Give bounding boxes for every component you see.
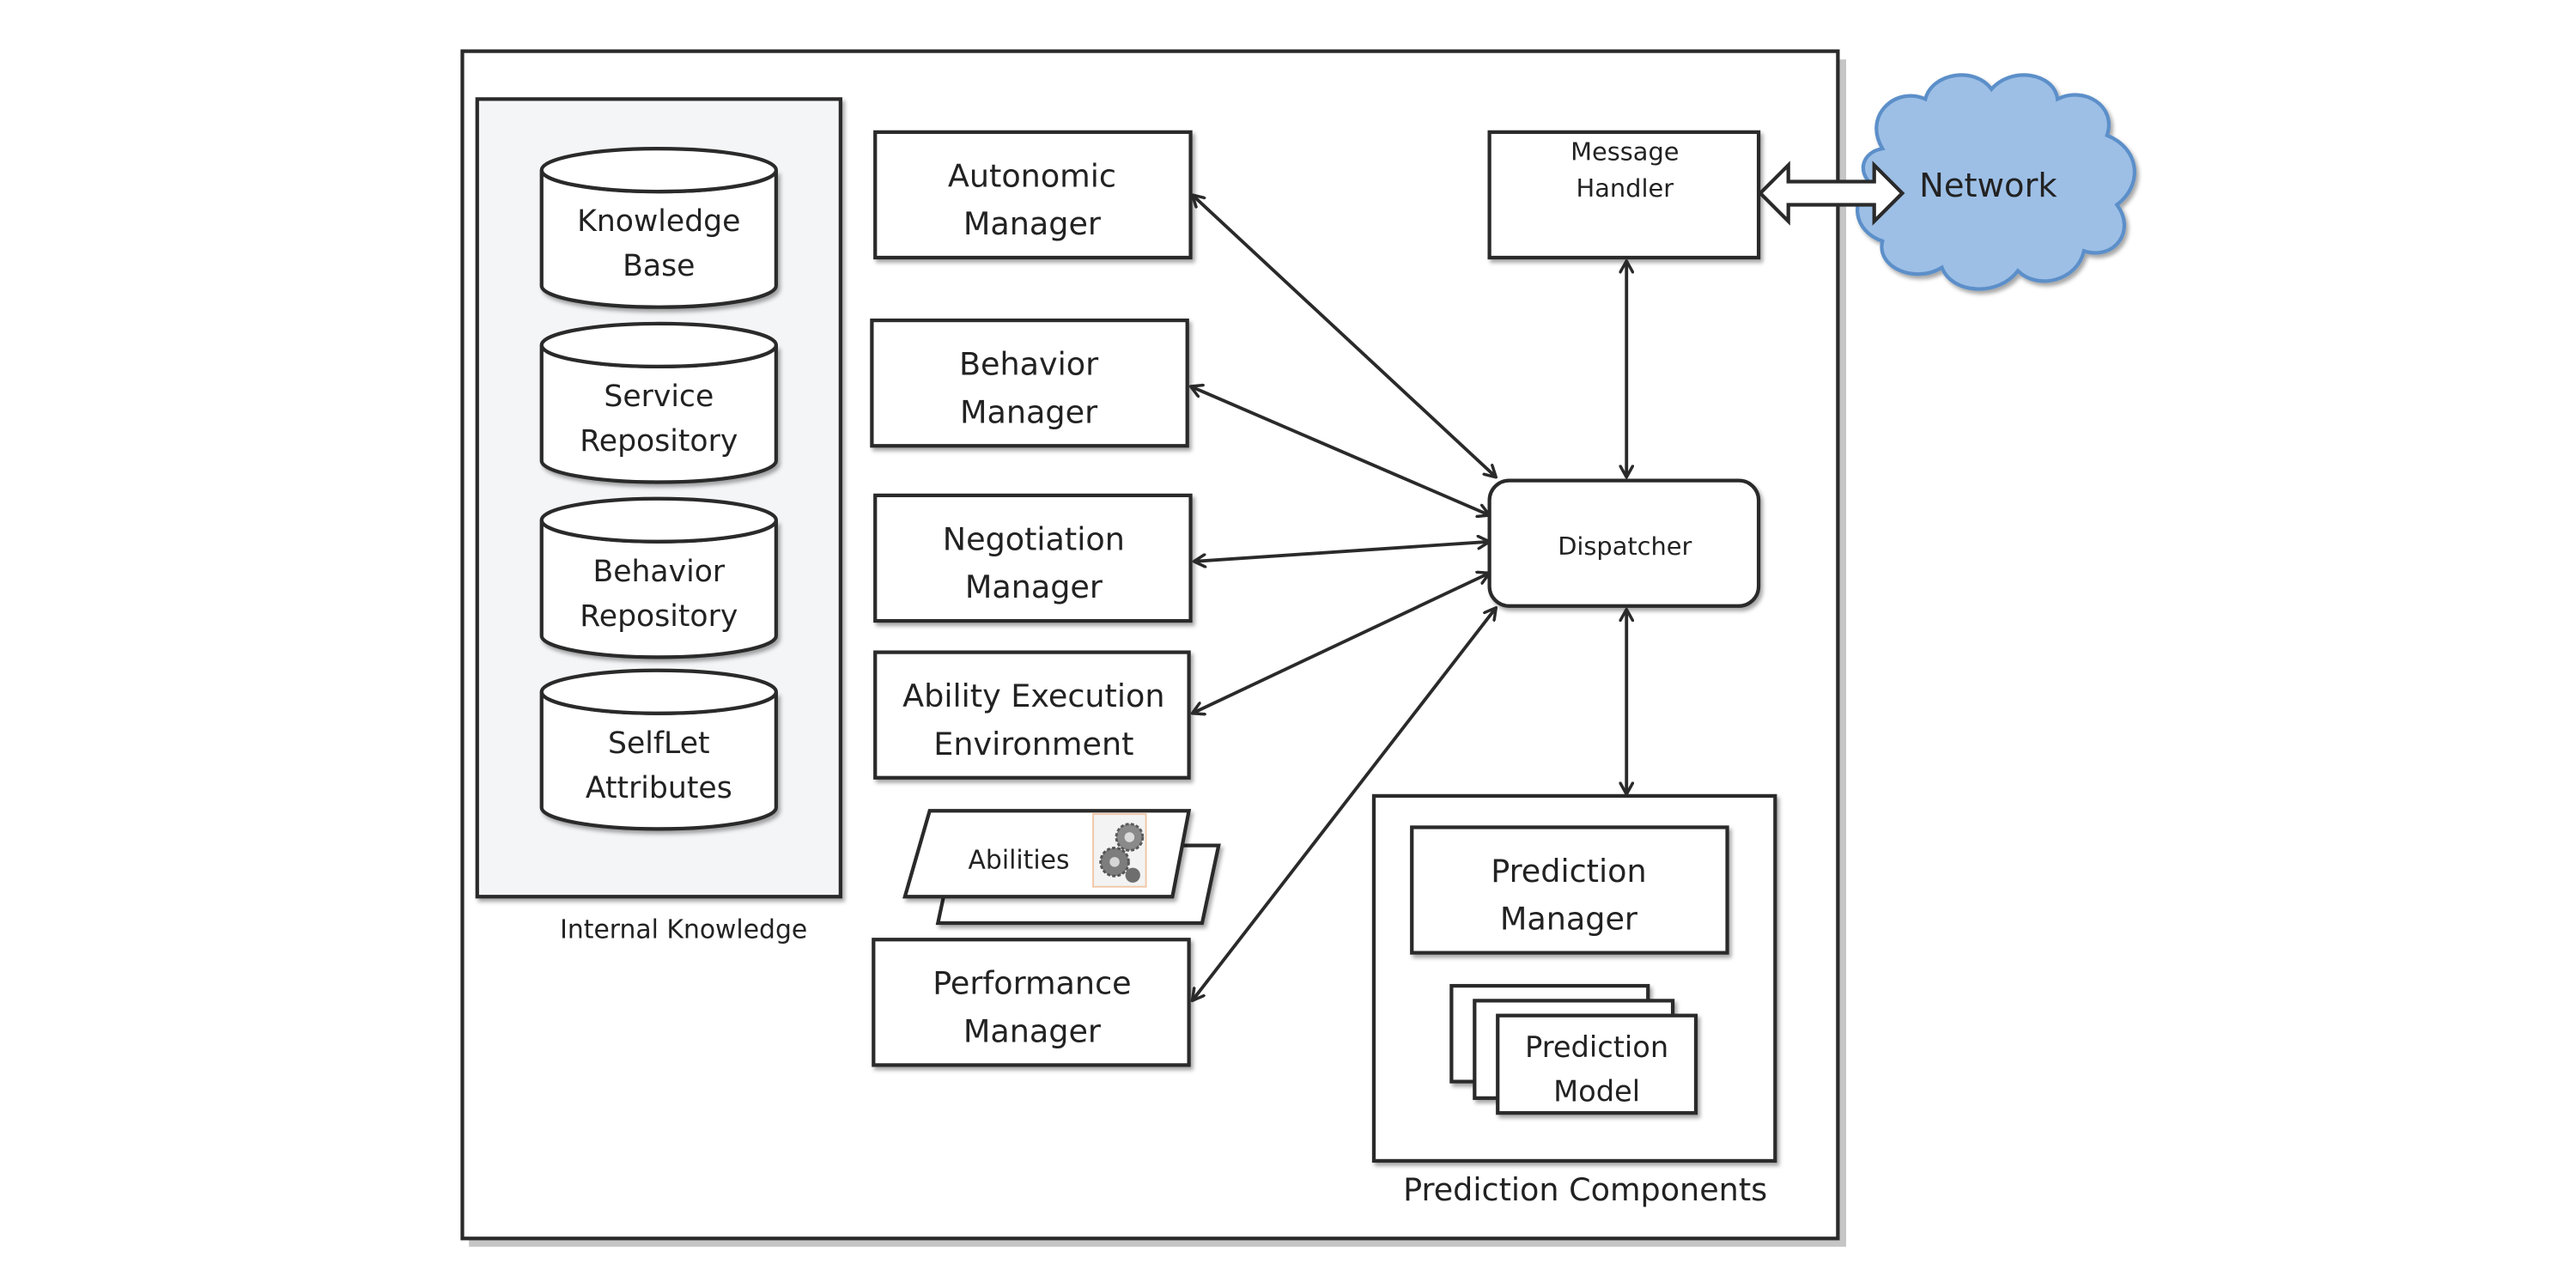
cylinder-top xyxy=(539,146,778,194)
store-selflet-attributes[interactable]: SelfLet Attributes xyxy=(539,668,778,831)
prediction-model-stack[interactable]: Prediction Model xyxy=(1449,983,1698,1115)
performance-manager[interactable]: Performance Manager xyxy=(872,938,1191,1067)
negotiation-manager-line2: Manager xyxy=(965,568,1103,605)
store-service-repository[interactable]: Service Repository xyxy=(539,321,778,484)
cylinder-top xyxy=(539,668,778,715)
store-behavior-repository[interactable]: Behavior Repository xyxy=(539,496,778,659)
dispatcher[interactable]: Dispatcher xyxy=(1487,478,1761,608)
cylinder-top xyxy=(539,321,778,369)
message-handler-line1: Message xyxy=(1571,137,1679,167)
network-label: Network xyxy=(1919,167,2057,205)
behavior-repository-line2: Repository xyxy=(580,599,738,634)
dispatcher-label: Dispatcher xyxy=(1558,532,1692,561)
prediction-manager[interactable]: Prediction Manager xyxy=(1410,825,1729,955)
ability-execution-line1: Ability Execution xyxy=(902,677,1164,714)
cylinder-top xyxy=(539,496,778,544)
performance-manager-line2: Manager xyxy=(963,1012,1102,1049)
abilities-label: Abilities xyxy=(969,846,1070,876)
behavior-manager-line1: Behavior xyxy=(959,346,1099,383)
negotiation-manager[interactable]: Negotiation Manager xyxy=(873,493,1193,623)
service-repository-line1: Service xyxy=(604,380,714,414)
behavior-repository-line1: Behavior xyxy=(592,555,725,589)
message-handler[interactable]: Message Handler xyxy=(1487,130,1761,260)
negotiation-manager-line1: Negotiation xyxy=(943,520,1125,557)
behavior-manager[interactable]: Behavior Manager xyxy=(870,318,1189,448)
ability-execution-environment[interactable]: Ability Execution Environment xyxy=(873,650,1191,780)
abilities[interactable]: Abilities xyxy=(902,809,1221,926)
selflet-architecture-diagram: Internal Knowledge Knowledge Base Service R… xyxy=(460,49,2136,1247)
knowledge-base-line2: Base xyxy=(623,249,695,283)
behavior-manager-line2: Manager xyxy=(960,393,1098,430)
prediction-manager-line1: Prediction xyxy=(1491,853,1646,890)
autonomic-manager-line1: Autonomic xyxy=(948,157,1116,194)
message-handler-line2: Handler xyxy=(1577,173,1674,203)
service-repository-line2: Repository xyxy=(580,424,738,459)
prediction-manager-line2: Manager xyxy=(1500,901,1638,938)
network-cloud[interactable]: Network xyxy=(1856,73,2136,291)
autonomic-manager[interactable]: Autonomic Manager xyxy=(873,130,1193,260)
autonomic-manager-line2: Manager xyxy=(963,205,1102,242)
gears-icon xyxy=(1092,813,1147,888)
prediction-model-line2: Model xyxy=(1553,1075,1640,1109)
internal-knowledge-label: Internal Knowledge xyxy=(560,914,807,945)
ability-execution-line2: Environment xyxy=(933,726,1133,762)
knowledge-base-line1: Knowledge xyxy=(577,204,740,239)
prediction-model-line1: Prediction xyxy=(1525,1030,1668,1064)
prediction-components-label: Prediction Components xyxy=(1403,1171,1767,1208)
selflet-attributes-line2: Attributes xyxy=(586,771,732,805)
store-knowledge-base[interactable]: Knowledge Base xyxy=(539,146,778,309)
performance-manager-line1: Performance xyxy=(933,965,1131,1002)
selflet-attributes-line1: SelfLet xyxy=(608,726,710,761)
